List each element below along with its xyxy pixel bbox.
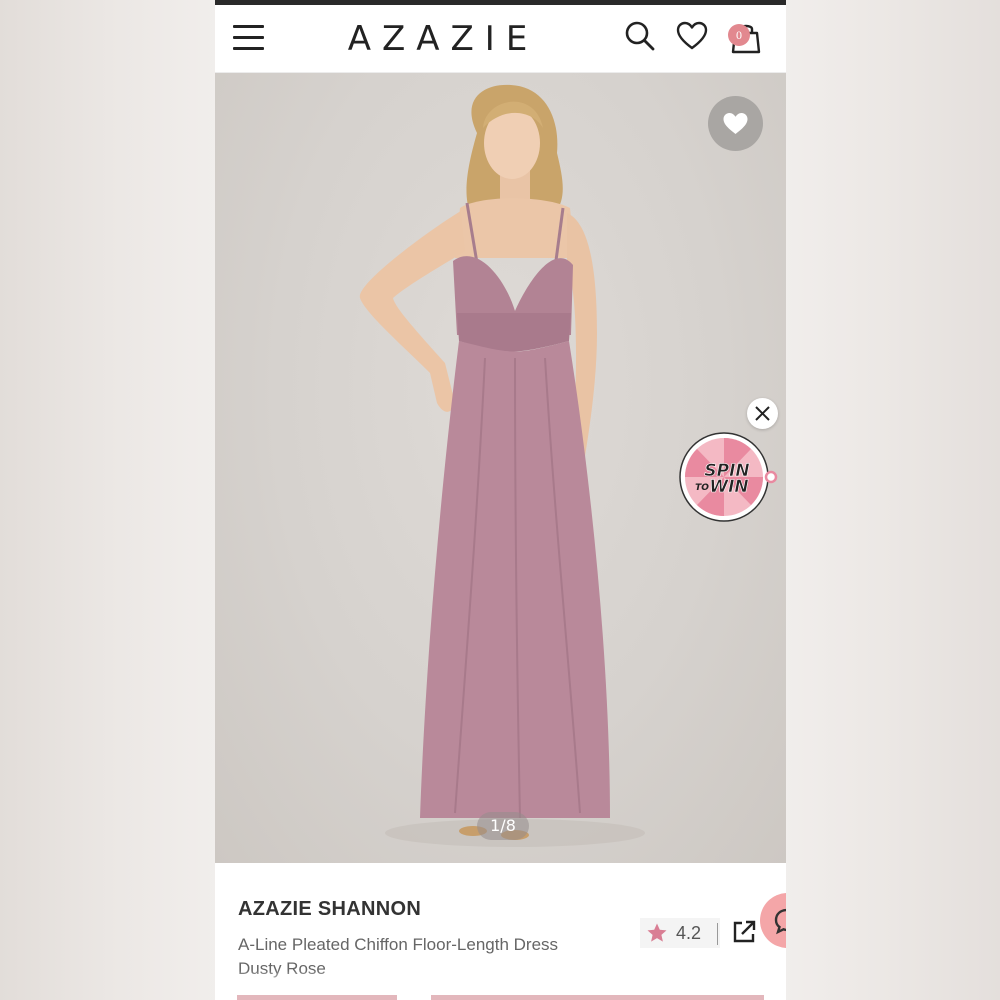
close-icon [755,406,770,421]
close-promo-button[interactable] [747,398,778,429]
menu-bar [233,36,264,39]
promo-text-win: WIN [709,477,748,497]
wishlist-button[interactable] [675,19,711,55]
divider [717,923,718,945]
menu-button[interactable] [233,25,265,51]
add-to-wishlist-button[interactable] [708,96,763,151]
brand-logo[interactable]: AZAZIE [337,19,549,59]
spin-to-win-promo[interactable]: SPIN TO WIN [679,432,778,522]
share-icon [733,920,756,943]
product-name: AZAZIE SHANNON [238,898,422,920]
action-button-left-edge[interactable] [237,995,397,1000]
rating-value: 4.2 [676,923,702,943]
share-button[interactable] [730,918,760,948]
rating-badge[interactable]: 4.2 [640,918,720,948]
prize-wheel-icon: SPIN TO WIN [679,432,778,522]
chat-icon [774,908,786,935]
menu-bar [233,47,264,50]
menu-bar [233,25,264,28]
site-header: AZAZIE 0 [215,5,786,73]
bottom-action-bar [215,995,786,1000]
promo-text-to: TO [695,483,709,493]
gallery-counter: 1/8 [477,812,529,840]
phone-screen: AZAZIE 0 1/8 SPIN TO WIN AZAZIE SHANNON … [215,0,786,1000]
search-button[interactable] [623,19,659,55]
cart-count-badge: 0 [728,24,750,46]
search-icon [625,21,655,51]
star-icon [647,923,667,942]
heart-icon [676,21,708,50]
action-button-right-edge[interactable] [431,995,764,1000]
chat-button[interactable] [760,893,786,948]
product-style: A-Line Pleated Chiffon Floor-Length Dres… [238,935,559,954]
heart-icon [723,113,748,134]
scroll-fade [215,970,786,995]
